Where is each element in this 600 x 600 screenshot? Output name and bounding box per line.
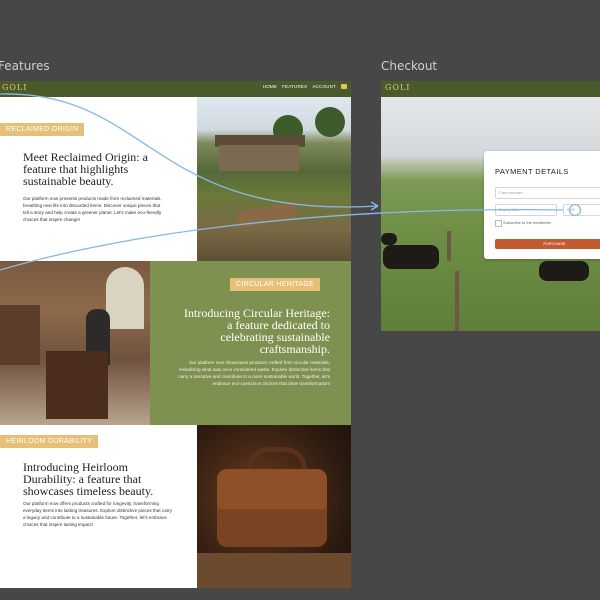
section-body: Our platform now presents products made … bbox=[23, 196, 162, 222]
section-tag: HEIRLOOM DURABILITY bbox=[0, 435, 99, 448]
brand-logo[interactable]: GOLI bbox=[385, 83, 410, 92]
section-heading: Meet Reclaimed Origin: a feature that hi… bbox=[23, 150, 148, 188]
village-workshop-photo bbox=[197, 97, 351, 261]
card-number-field[interactable]: Card number bbox=[495, 187, 600, 199]
frame-label-checkout: Checkout bbox=[381, 59, 438, 73]
newsletter-label: Subscribe to the newsletter bbox=[503, 220, 552, 225]
table-shape bbox=[197, 553, 351, 588]
wood-pile-shape bbox=[236, 201, 298, 229]
card-number-placeholder: Card number bbox=[499, 190, 523, 195]
cvc-field[interactable]: CVC bbox=[563, 204, 600, 216]
cow-shape bbox=[539, 261, 589, 281]
checkout-nav-bar: GOLI bbox=[381, 81, 600, 97]
tree-shape bbox=[315, 107, 345, 137]
purchase-button[interactable]: PURCHASE bbox=[495, 239, 600, 249]
section-heirloom-durability: HEIRLOOM DURABILITY Introducing Heirloom… bbox=[0, 425, 351, 588]
fence-post-shape bbox=[447, 231, 451, 261]
features-frame[interactable]: GOLI HOME FEATURES ACCOUNT RECLAIMED ORI… bbox=[0, 81, 351, 588]
window-arch-shape bbox=[106, 267, 144, 329]
section-body: Our platform now showcases products craf… bbox=[178, 360, 330, 386]
section-reclaimed-origin: RECLAIMED ORIGIN Meet Reclaimed Origin: … bbox=[0, 97, 351, 261]
cvc-placeholder: CVC bbox=[567, 207, 576, 212]
house-shape bbox=[219, 145, 299, 171]
payment-title: PAYMENT DETAILS bbox=[495, 167, 569, 176]
payment-card: PAYMENT DETAILS Card number Expiry date … bbox=[484, 151, 600, 259]
nav-features-link[interactable]: FEATURES bbox=[282, 84, 307, 89]
checkout-frame[interactable]: GOLI PAYMENT DETAILS Card number Expiry … bbox=[381, 81, 600, 331]
connector-arrow-icon bbox=[370, 201, 379, 211]
cabinet-shape bbox=[46, 351, 108, 419]
nav-links: HOME FEATURES ACCOUNT bbox=[263, 84, 347, 89]
nav-home-link[interactable]: HOME bbox=[263, 84, 277, 89]
cow-shape bbox=[383, 245, 439, 269]
brand-logo[interactable]: GOLI bbox=[2, 83, 27, 92]
nav-bar: GOLI HOME FEATURES ACCOUNT bbox=[0, 81, 351, 97]
expiry-field[interactable]: Expiry date bbox=[495, 204, 557, 216]
fence-post-shape bbox=[455, 271, 459, 331]
workshop-interior-photo bbox=[0, 261, 150, 425]
shelf-shape bbox=[0, 305, 40, 365]
bag-flap-shape bbox=[217, 469, 327, 509]
nav-account-link[interactable]: ACCOUNT bbox=[312, 84, 336, 89]
section-heading: Introducing Heirloom Durability: a featu… bbox=[23, 460, 154, 498]
cart-icon[interactable] bbox=[341, 84, 347, 89]
section-tag: CIRCULAR HERITAGE bbox=[230, 278, 321, 291]
section-heading: Introducing Circular Heritage: a feature… bbox=[184, 306, 330, 356]
newsletter-checkbox[interactable] bbox=[495, 220, 502, 227]
cow-shape bbox=[381, 233, 397, 245]
section-tag: RECLAIMED ORIGIN bbox=[0, 123, 85, 136]
leather-bag-photo bbox=[197, 425, 351, 588]
section-circular-heritage: CIRCULAR HERITAGE Introducing Circular H… bbox=[0, 261, 351, 425]
section-body: Our platform now offers products crafted… bbox=[23, 501, 173, 527]
frame-label-features: Features bbox=[0, 59, 50, 73]
expiry-placeholder: Expiry date bbox=[499, 207, 520, 212]
